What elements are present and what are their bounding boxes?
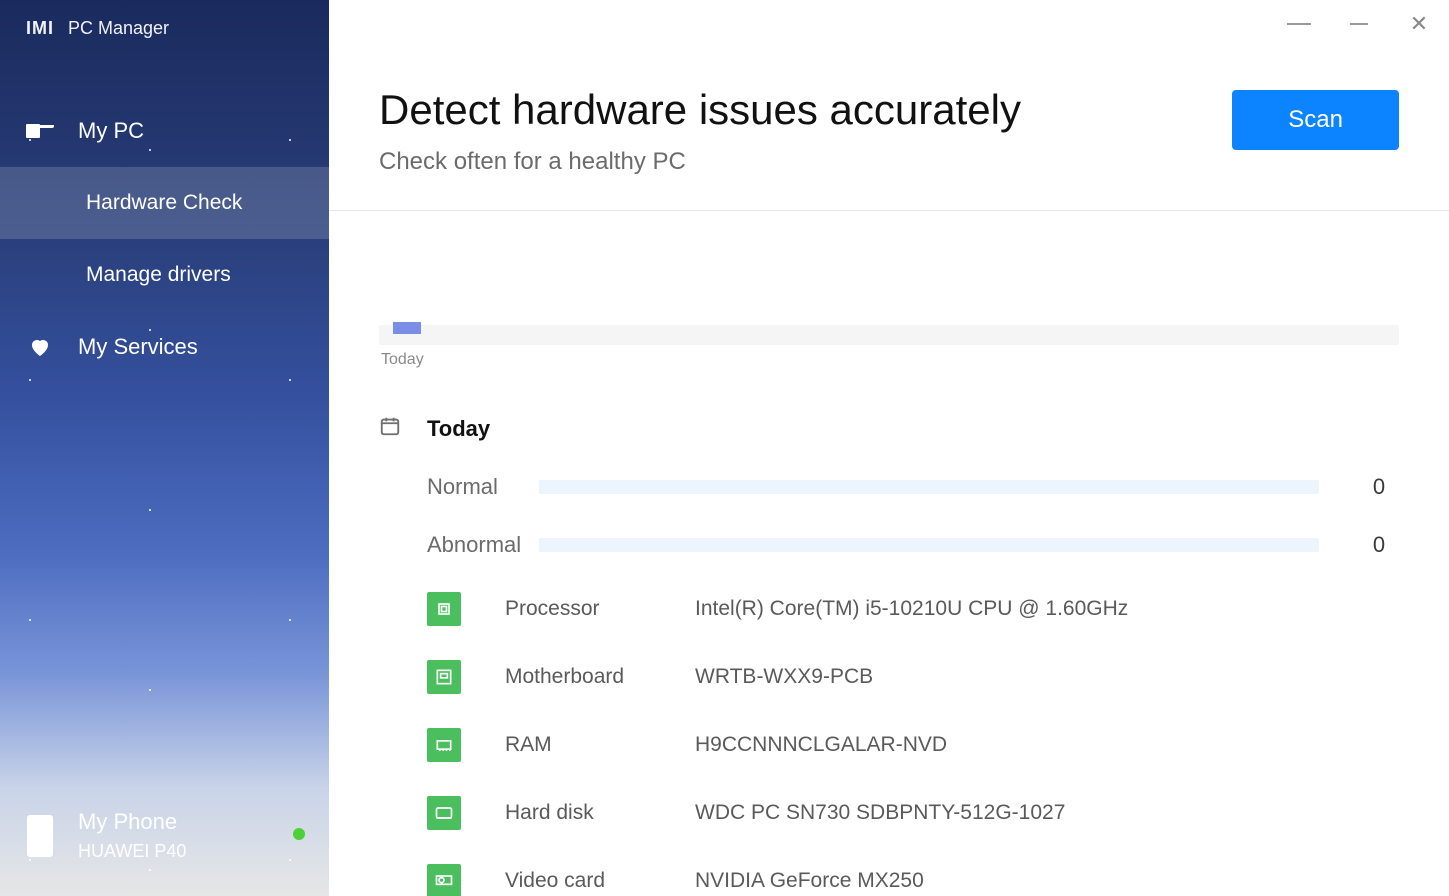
status-row-normal: Normal 0 [379,474,1399,500]
app-header: IMI PC Manager [0,0,329,39]
hardware-label: Video card [505,869,695,893]
content: Today Today Normal 0 Abnormal 0 Processo… [329,211,1449,896]
phone-title: My Phone [78,809,186,835]
app-title: PC Manager [68,18,169,39]
hardware-row-processor[interactable]: Processor Intel(R) Core(TM) i5-10210U CP… [379,592,1399,626]
hardware-row-hard-disk[interactable]: Hard disk WDC PC SN730 SDBPNTY-512G-1027 [379,796,1399,830]
sidebar-item-my-pc[interactable]: My PC [0,95,329,167]
sidebar-nav: My PC Hardware Check Manage drivers My S… [0,95,329,383]
cpu-icon [427,592,461,626]
laptop-icon [26,124,54,138]
sidebar-item-label: My PC [78,118,144,144]
hardware-label: Processor [505,597,695,621]
hardware-row-motherboard[interactable]: Motherboard WRTB-WXX9-PCB [379,660,1399,694]
disk-icon [427,796,461,830]
sidebar-item-hardware-check[interactable]: Hardware Check [0,167,329,239]
section-title: Today [427,416,490,442]
main: ✕ Detect hardware issues accurately Chec… [329,0,1449,896]
phone-icon [26,815,54,857]
sidebar-item-label: Manage drivers [86,263,231,287]
timeline[interactable] [379,325,1399,345]
sidebar-footer[interactable]: My Phone HUAWEI P40 [0,809,329,896]
phone-status-dot-icon [293,828,305,840]
hardware-label: RAM [505,733,695,757]
hardware-label: Hard disk [505,801,695,825]
motherboard-icon [427,660,461,694]
calendar-icon [379,415,401,442]
app-logo-icon: IMI [26,18,54,39]
hardware-row-video-card[interactable]: Video card NVIDIA GeForce MX250 [379,864,1399,896]
status-count: 0 [1359,474,1399,500]
phone-info: My Phone HUAWEI P40 [78,809,186,862]
hardware-value: WRTB-WXX9-PCB [695,665,873,689]
menu-icon[interactable] [1287,12,1311,36]
hardware-value: Intel(R) Core(TM) i5-10210U CPU @ 1.60GH… [695,597,1128,621]
heart-icon [26,335,54,359]
ram-icon [427,728,461,762]
page-title: Detect hardware issues accurately [379,86,1232,134]
status-bar-normal [539,480,1319,494]
sidebar-item-my-services[interactable]: My Services [0,311,329,383]
window-controls: ✕ [1287,12,1431,36]
status-bar-abnormal [539,538,1319,552]
status-count: 0 [1359,532,1399,558]
sidebar-item-label: Hardware Check [86,191,242,215]
sidebar: IMI PC Manager My PC Hardware Check Mana… [0,0,329,896]
phone-model: HUAWEI P40 [78,841,186,862]
scan-button[interactable]: Scan [1232,90,1399,150]
hardware-label: Motherboard [505,665,695,689]
hardware-value: NVIDIA GeForce MX250 [695,869,924,893]
sidebar-item-label: My Services [78,334,198,360]
hardware-row-ram[interactable]: RAM H9CCNNNCLGALAR-NVD [379,728,1399,762]
minimize-icon[interactable] [1347,12,1371,36]
status-row-abnormal: Abnormal 0 [379,532,1399,558]
hardware-value: H9CCNNNCLGALAR-NVD [695,733,947,757]
close-icon[interactable]: ✕ [1407,12,1431,36]
status-label: Normal [427,474,539,500]
hardware-value: WDC PC SN730 SDBPNTY-512G-1027 [695,801,1065,825]
timeline-label: Today [381,351,1399,369]
page-subtitle: Check often for a healthy PC [379,148,1232,176]
page-header: Detect hardware issues accurately Check … [329,0,1449,211]
timeline-marker [393,322,421,334]
sidebar-item-manage-drivers[interactable]: Manage drivers [0,239,329,311]
gpu-icon [427,864,461,896]
section-header: Today [379,415,1399,442]
status-label: Abnormal [427,532,539,558]
